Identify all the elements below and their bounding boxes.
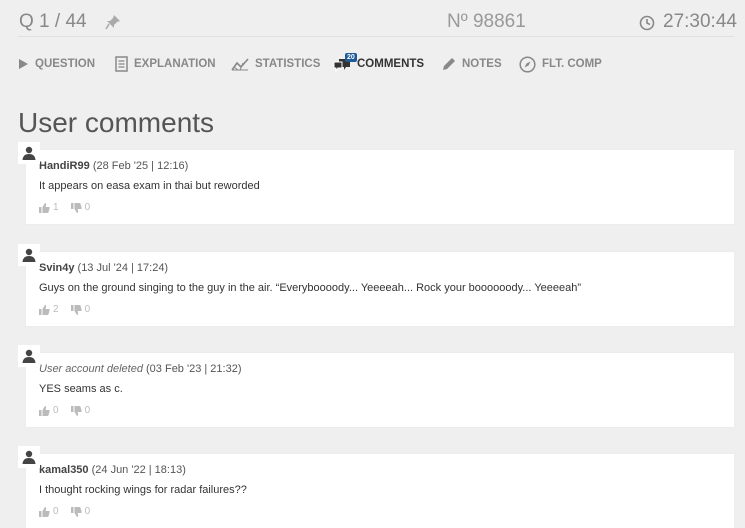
tab-label: COMMENTS: [357, 58, 425, 70]
like-button[interactable]: 0: [39, 405, 59, 416]
top-bar: Q 1 / 44 Nº 98861 27:30:44: [0, 0, 745, 44]
tab-label: STATISTICS: [255, 58, 321, 70]
dislike-button[interactable]: 0: [70, 506, 91, 517]
tab-flt-comp[interactable]: FLT. COMP: [519, 52, 602, 76]
pin-icon[interactable]: [105, 14, 121, 30]
thumbs-down-icon: [70, 304, 82, 315]
like-button[interactable]: 1: [39, 202, 59, 213]
like-button[interactable]: 0: [39, 506, 59, 517]
comment-votes: 1 0: [39, 202, 90, 213]
thumbs-up-icon: [39, 202, 50, 213]
thumbs-down-icon: [70, 506, 82, 517]
timer: 27:30:44: [663, 11, 737, 32]
comment-meta: User account deleted (03 Feb '23 | 21:32…: [39, 363, 241, 375]
user-icon: [22, 248, 36, 262]
chart-line-icon: [231, 58, 249, 71]
comment-text: YES seams as c.: [39, 383, 123, 395]
dislike-button[interactable]: 0: [70, 405, 91, 416]
comment-meta: Svin4y (13 Jul '24 | 17:24): [39, 262, 168, 274]
comment-date: (03 Feb '23 | 21:32): [146, 363, 242, 375]
question-number: Nº 98861: [447, 11, 526, 32]
avatar: [18, 142, 40, 164]
comment-votes: 2 0: [39, 304, 90, 315]
comment-author[interactable]: kamal350: [39, 464, 89, 476]
avatar: [18, 446, 40, 468]
comment-meta: HandiR99 (28 Feb '25 | 12:16): [39, 160, 188, 172]
like-count: 0: [53, 405, 59, 416]
tab-statistics[interactable]: STATISTICS: [231, 52, 320, 76]
tab-notes[interactable]: NOTES: [441, 52, 502, 76]
like-count: 1: [53, 202, 59, 213]
thumbs-down-icon: [70, 405, 82, 416]
dislike-count: 0: [84, 304, 91, 315]
pencil-icon: [443, 57, 455, 70]
thumbs-up-icon: [39, 405, 50, 416]
comments-count-badge: 20: [345, 53, 357, 62]
tab-label: QUESTION: [35, 58, 96, 70]
user-icon: [22, 450, 36, 464]
thumbs-up-icon: [39, 506, 50, 517]
tab-label: EXPLANATION: [134, 58, 216, 70]
comment-meta: kamal350 (24 Jun '22 | 18:13): [39, 464, 186, 476]
thumbs-up-icon: [39, 304, 50, 315]
thumbs-down-icon: [70, 202, 82, 213]
compass-icon: [519, 55, 536, 73]
comment-date: (28 Feb '25 | 12:16): [92, 160, 189, 172]
tab-label: FLT. COMP: [542, 58, 602, 70]
dislike-button[interactable]: 0: [70, 304, 91, 315]
comment-date: (24 Jun '22 | 18:13): [91, 464, 186, 476]
comment-box: Svin4y (13 Jul '24 | 17:24) Guys on the …: [26, 252, 734, 326]
tab-label: NOTES: [462, 58, 502, 70]
document-icon: [115, 56, 128, 72]
avatar: [18, 244, 40, 266]
question-counter: Q 1 / 44: [19, 11, 87, 32]
comment-box: kamal350 (24 Jun '22 | 18:13) I thought …: [26, 454, 734, 528]
comment-text: Guys on the ground singing to the guy in…: [39, 282, 582, 294]
clock-icon: [639, 15, 655, 31]
comment-votes: 0 0: [39, 405, 90, 416]
comment-author: User account deleted: [39, 363, 143, 375]
like-button[interactable]: 2: [39, 304, 59, 315]
tab-comments[interactable]: 20 COMMENTS: [333, 52, 424, 76]
dislike-count: 0: [84, 405, 91, 416]
avatar: [18, 345, 40, 367]
divider: [18, 36, 734, 37]
page-title: User comments: [18, 106, 215, 138]
tab-explanation[interactable]: EXPLANATION: [115, 52, 216, 76]
comment-author[interactable]: Svin4y: [39, 262, 74, 274]
dislike-count: 0: [84, 506, 91, 517]
comment-text: I thought rocking wings for radar failur…: [39, 484, 247, 496]
user-icon: [22, 349, 36, 363]
comment-box: HandiR99 (28 Feb '25 | 12:16) It appears…: [26, 150, 734, 224]
dislike-count: 0: [84, 202, 91, 213]
dislike-button[interactable]: 0: [70, 202, 91, 213]
tab-question[interactable]: QUESTION: [18, 52, 95, 76]
comment-box: User account deleted (03 Feb '23 | 21:32…: [26, 353, 734, 427]
comment-date: (13 Jul '24 | 17:24): [77, 262, 169, 274]
comment-author[interactable]: HandiR99: [39, 160, 90, 172]
tab-bar: QUESTION EXPLANATION STATISTICS 20 COMME…: [0, 52, 745, 76]
play-icon: [19, 59, 28, 69]
comment-text: It appears on easa exam in thai but rewo…: [39, 180, 260, 192]
comments-icon: 20: [333, 53, 357, 72]
user-icon: [22, 146, 36, 160]
comment-votes: 0 0: [39, 506, 90, 517]
like-count: 0: [53, 506, 59, 517]
like-count: 2: [53, 304, 59, 315]
